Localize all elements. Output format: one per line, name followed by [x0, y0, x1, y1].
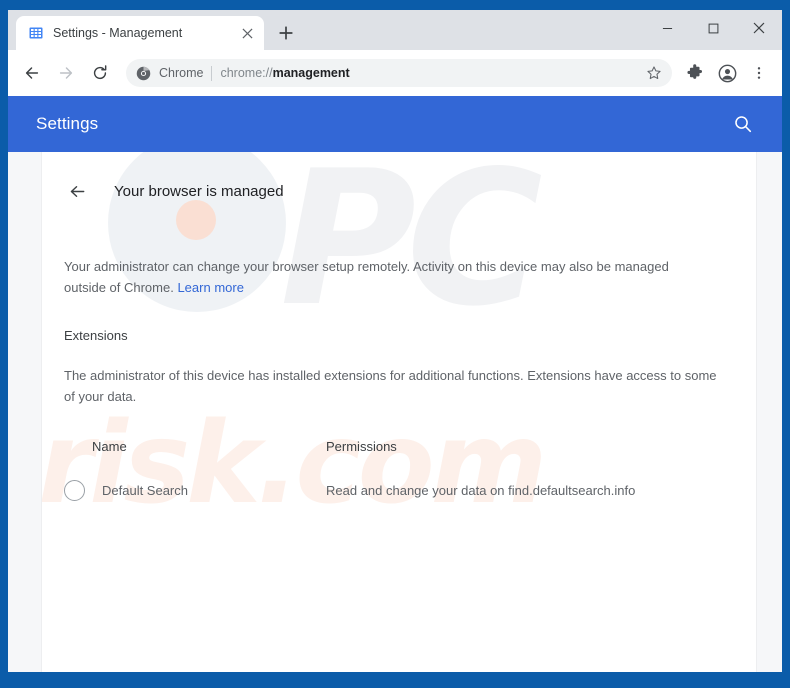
tab-strip: Settings - Management [8, 10, 782, 50]
management-content-card: PC risk.com Your browser is managed Your… [42, 152, 756, 672]
column-header-name: Name [92, 439, 127, 454]
bookmark-star-icon[interactable] [642, 61, 666, 85]
extension-name-cell: Default Search [64, 454, 326, 501]
minimize-button[interactable] [644, 10, 690, 46]
page-title: Your browser is managed [114, 182, 284, 200]
extension-name: Default Search [102, 483, 188, 498]
omnibox-divider [211, 65, 213, 81]
minimize-icon [662, 27, 672, 29]
close-window-icon [753, 22, 765, 34]
settings-page-body: PC risk.com Your browser is managed Your… [8, 152, 782, 672]
avatar-icon [718, 64, 736, 82]
url-scheme: chrome:// [220, 66, 273, 80]
puzzle-piece-icon [687, 64, 703, 79]
arrow-right-icon [59, 67, 73, 79]
extension-permissions-cell: Read and change your data on find.defaul… [326, 454, 730, 501]
extensions-table: Name Permissions Default Search Read and… [64, 439, 730, 501]
browser-window: Settings - Management Chrome chrome://ma… [0, 0, 790, 688]
plus-icon [279, 26, 293, 40]
url-host: management [272, 66, 350, 80]
settings-search-button[interactable] [726, 107, 760, 141]
reload-button[interactable] [84, 57, 116, 89]
arrow-left-icon [25, 67, 39, 79]
close-glyph [241, 27, 253, 39]
chrome-logo-icon [136, 66, 151, 80]
extension-permissions: Read and change your data on find.defaul… [326, 482, 636, 498]
url-text: chrome://management [220, 66, 634, 80]
extensions-table-header-row: Name Permissions [64, 439, 730, 454]
three-dots-vertical-icon [757, 67, 761, 79]
extensions-button[interactable] [680, 58, 710, 88]
forward-nav-button[interactable] [50, 57, 82, 89]
star-glyph [647, 66, 661, 80]
managed-description: Your administrator can change your brows… [64, 256, 712, 298]
table-row: Default Search Read and change your data… [64, 454, 730, 501]
back-nav-button[interactable] [16, 57, 48, 89]
browser-toolbar: Chrome chrome://management [8, 50, 782, 96]
extensions-table-head: Name Permissions [64, 439, 730, 454]
search-icon [735, 116, 752, 133]
window-controls [644, 10, 782, 46]
extension-placeholder-icon [64, 480, 85, 501]
extensions-heading: Extensions [64, 328, 128, 343]
profile-button[interactable] [712, 58, 742, 88]
extensions-table-body: Default Search Read and change your data… [64, 454, 730, 501]
arrow-back-icon [70, 185, 84, 197]
close-icon[interactable] [238, 24, 256, 42]
settings-title: Settings [36, 114, 99, 133]
management-building-icon [29, 27, 43, 39]
chrome-menu-button[interactable] [744, 58, 774, 88]
column-header-permissions: Permissions [326, 439, 397, 454]
maximize-button[interactable] [690, 10, 736, 46]
maximize-icon [708, 23, 718, 33]
extension-name-wrapper: Default Search [64, 480, 326, 501]
reload-icon [93, 65, 107, 80]
extensions-description: The administrator of this device has ins… [64, 368, 717, 404]
address-bar[interactable]: Chrome chrome://management [126, 59, 672, 87]
tab-settings-management[interactable]: Settings - Management [16, 16, 264, 50]
management-content-inner: Your browser is managed Your administrat… [42, 152, 756, 501]
page-back-button[interactable] [64, 178, 90, 204]
tab-title: Settings - Management [53, 26, 183, 40]
omnibox-brand-label: Chrome [159, 66, 204, 80]
learn-more-link[interactable]: Learn more [177, 280, 243, 295]
close-window-button[interactable] [736, 10, 782, 46]
settings-header-bar: Settings [8, 96, 782, 152]
new-tab-button[interactable] [272, 19, 300, 47]
page-heading-row: Your browser is managed [64, 152, 730, 204]
managed-description-text: Your administrator can change your brows… [64, 259, 669, 295]
